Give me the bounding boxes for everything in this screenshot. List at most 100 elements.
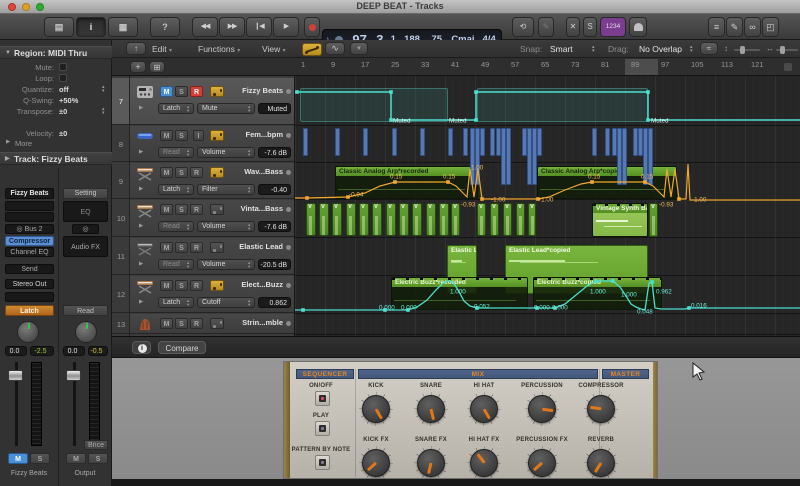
track-number[interactable]: 12 bbox=[112, 276, 129, 313]
track-number[interactable]: 13 bbox=[112, 314, 129, 334]
audio-fx-slot[interactable]: Audio FX bbox=[63, 236, 108, 257]
automation-mode-select[interactable]: Latch ▴ ▾ bbox=[158, 103, 194, 114]
param-value[interactable]: +50% bbox=[59, 95, 78, 106]
mute-checkbox[interactable] bbox=[59, 63, 67, 71]
vertical-zoom-slider[interactable] bbox=[734, 48, 760, 51]
track-solo-button[interactable]: S bbox=[175, 130, 188, 141]
track-mute-button[interactable]: M bbox=[160, 130, 173, 141]
automation-param-select[interactable]: Filter ▴ ▾ bbox=[197, 184, 255, 195]
compare-button[interactable]: Compare bbox=[158, 341, 206, 354]
reverb-knob[interactable] bbox=[587, 449, 615, 477]
midi-region-mini[interactable]: V bbox=[649, 203, 658, 237]
automation-mode-select[interactable]: Read ▴ ▾ bbox=[158, 221, 194, 232]
track-header-elect-buzz[interactable]: M S R Elect...Buzz ▶ Latch ▴ ▾ Cutoff ▴ ▾ 0.862 bbox=[130, 276, 294, 313]
kick-fx-knob[interactable] bbox=[362, 449, 390, 477]
track-mute-button[interactable]: M bbox=[160, 318, 173, 329]
play-button[interactable]: ▶ bbox=[273, 17, 299, 37]
cycle-region[interactable] bbox=[625, 59, 658, 75]
percussion-knob[interactable] bbox=[528, 395, 556, 423]
midi-region[interactable]: Electric Buzz*copied bbox=[533, 277, 662, 310]
solo-button[interactable]: S bbox=[30, 453, 50, 464]
eq-display[interactable]: EQ bbox=[63, 201, 108, 222]
track-solo-button[interactable]: S bbox=[175, 242, 188, 253]
region-inspector-header[interactable]: ▼ Region: MIDI Thru bbox=[0, 46, 112, 59]
track-mute-button[interactable]: M bbox=[160, 167, 173, 178]
volume-fader-handle[interactable] bbox=[66, 370, 81, 381]
browsers-button[interactable]: ◰ bbox=[762, 17, 779, 37]
horizontal-zoom-handle[interactable] bbox=[780, 45, 785, 54]
midi-fx-slot[interactable] bbox=[5, 212, 54, 222]
track-mute-button[interactable]: M bbox=[160, 204, 173, 215]
midi-region-mini[interactable]: V bbox=[439, 203, 449, 236]
inspector-button[interactable]: i bbox=[76, 17, 106, 37]
param-value[interactable]: ±0 bbox=[59, 106, 67, 117]
disclosure-right-icon[interactable]: ▶ bbox=[139, 299, 143, 305]
automation-mode-read[interactable]: Read bbox=[63, 305, 108, 316]
automation-node[interactable] bbox=[301, 308, 305, 312]
automation-mode-select[interactable]: Latch ▴ ▾ bbox=[158, 184, 194, 195]
record-button[interactable] bbox=[304, 17, 320, 37]
track-solo-button[interactable]: S bbox=[175, 280, 188, 291]
note-pads-button[interactable]: ✎ bbox=[726, 17, 743, 37]
track-header-wav-bass[interactable]: M S R Wav...Bass ▶ Latch ▴ ▾ Filter ▴ ▾ -0.40 bbox=[130, 163, 294, 199]
cycle-button[interactable]: ⟲ bbox=[512, 17, 534, 37]
midi-region-mini[interactable]: V bbox=[426, 203, 436, 236]
waveform-zoom-button[interactable]: ≈ bbox=[700, 42, 718, 55]
forward-button[interactable]: ▶▶ bbox=[219, 17, 245, 37]
muted-region[interactable] bbox=[300, 88, 448, 122]
track-number[interactable]: 8 bbox=[112, 126, 129, 162]
automation-view-button[interactable] bbox=[302, 42, 322, 56]
midi-region-mini[interactable]: V bbox=[412, 203, 422, 236]
on-off-button[interactable] bbox=[315, 391, 330, 406]
snare-knob[interactable] bbox=[417, 395, 445, 423]
bus-send-slot[interactable]: ◎ Bus 2 bbox=[5, 224, 54, 234]
filter-button[interactable]: ▼ bbox=[350, 42, 368, 55]
disclosure-right-icon[interactable]: ▶ bbox=[139, 186, 143, 192]
gain-reduction-meter[interactable]: ◎ bbox=[72, 224, 99, 234]
midi-region-mini[interactable]: V bbox=[359, 203, 369, 236]
track-number[interactable]: 7 bbox=[112, 78, 129, 125]
param-stepper-icon[interactable]: ▴ ▾ bbox=[102, 85, 105, 94]
midi-region-mini[interactable]: V bbox=[477, 203, 486, 236]
automation-mode-latch[interactable]: Latch bbox=[5, 305, 54, 316]
rewind-button[interactable]: ◀◀ bbox=[192, 17, 218, 37]
track-mute-button[interactable]: M bbox=[160, 86, 173, 97]
track-number[interactable]: 9 bbox=[112, 163, 129, 199]
automation-enable-icon[interactable] bbox=[210, 280, 224, 291]
hi-hat-fx-knob[interactable] bbox=[470, 449, 498, 477]
play-button[interactable] bbox=[315, 421, 330, 436]
metronome-button[interactable] bbox=[629, 17, 647, 37]
library-button[interactable]: ▤ bbox=[44, 17, 74, 37]
midi-region-mini[interactable]: V bbox=[332, 203, 342, 236]
track-solo-button[interactable]: S bbox=[175, 204, 188, 215]
midi-region-mini[interactable]: V bbox=[516, 203, 525, 236]
add-multiple-tracks-button[interactable]: ⊞ bbox=[149, 61, 165, 73]
midi-region[interactable]: Classic Analog Arp*copied bbox=[537, 166, 677, 199]
solo-button[interactable]: S bbox=[583, 17, 597, 37]
pattern-by-note-button[interactable] bbox=[315, 455, 330, 470]
midi-region-mini[interactable]: V bbox=[503, 203, 512, 236]
automation-param-select[interactable]: Cutoff ▴ ▾ bbox=[197, 297, 255, 308]
track-header-vinta-bass[interactable]: M S R Vinta...Bass ▶ Read ▴ ▾ Volume ▴ ▾ -7.6 dB bbox=[130, 200, 294, 237]
pan-knob[interactable] bbox=[17, 321, 39, 343]
menu-view[interactable]: View ▾ bbox=[262, 40, 286, 60]
automation-enable-icon[interactable] bbox=[210, 86, 224, 97]
bounce-button[interactable]: Bnce bbox=[84, 440, 108, 450]
param-value[interactable]: ±0 bbox=[59, 128, 67, 139]
arrange-area[interactable]: Classic Analog Arp*recorded Classic Analo… bbox=[295, 76, 800, 336]
automation-enable-icon[interactable] bbox=[210, 130, 224, 141]
mute-button[interactable]: M bbox=[8, 453, 28, 464]
flex-button[interactable]: ∿ bbox=[325, 42, 345, 55]
midi-region[interactable]: Classic Analog Arp*recorded bbox=[335, 166, 478, 199]
midi-region-mini[interactable]: V bbox=[490, 203, 499, 236]
midi-region-mini[interactable]: V bbox=[372, 203, 382, 236]
track-solo-button[interactable]: S bbox=[175, 318, 188, 329]
group-slot[interactable] bbox=[5, 292, 54, 302]
track-record-button[interactable]: R bbox=[190, 167, 203, 178]
param-stepper-icon[interactable]: ▴ ▾ bbox=[102, 107, 105, 116]
automation-param-select[interactable]: Volume ▴ ▾ bbox=[197, 259, 255, 270]
mute-button[interactable]: M bbox=[66, 453, 86, 464]
automation-node[interactable] bbox=[687, 306, 691, 310]
track-inspector-header[interactable]: ▶ Track: Fizzy Beats bbox=[0, 152, 112, 165]
drag-select[interactable]: No Overlap bbox=[639, 40, 682, 58]
